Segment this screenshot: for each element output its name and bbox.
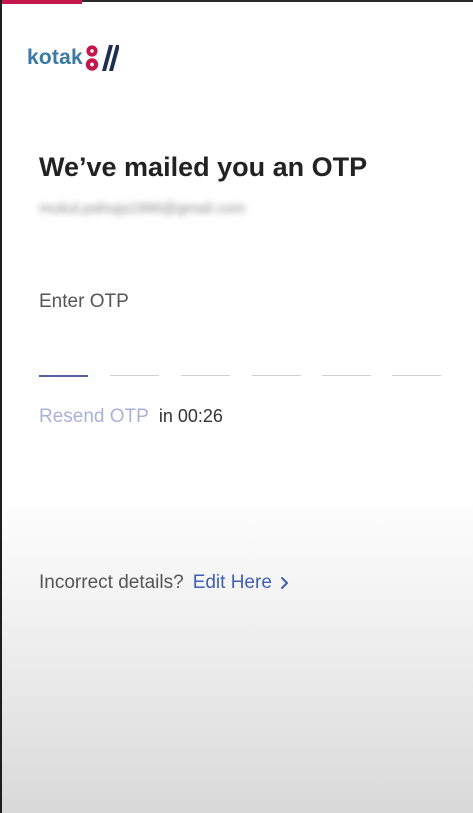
chevron-right-icon xyxy=(280,576,289,590)
otp-digit-2[interactable] xyxy=(110,338,159,376)
otp-digit-1[interactable] xyxy=(39,338,88,377)
kotak-logo-icon xyxy=(85,45,119,71)
left-edge xyxy=(0,0,2,813)
otp-digit-4[interactable] xyxy=(252,338,301,376)
otp-label: Enter OTP xyxy=(39,291,129,312)
otp-screen: kotak We’ve mailed you an OTP mukul.pahu… xyxy=(0,0,473,813)
edit-here-label: Edit Here xyxy=(192,572,272,593)
incorrect-details-text: Incorrect details? xyxy=(39,572,184,593)
resend-timer: 00:26 xyxy=(177,406,223,426)
otp-digit-3[interactable] xyxy=(181,338,230,376)
resend-otp-link[interactable]: Resend OTP xyxy=(39,406,149,428)
edit-here-link[interactable]: Edit Here xyxy=(193,572,289,594)
kotak-logo: kotak xyxy=(27,44,119,72)
email-address: mukul.pahuja1996@gmail.com xyxy=(39,200,246,217)
page-title: We’ve mailed you an OTP xyxy=(39,152,368,182)
incorrect-details-row: Incorrect details? Edit Here xyxy=(39,572,289,594)
otp-digit-5[interactable] xyxy=(322,338,371,376)
progress-indicator xyxy=(0,0,82,4)
otp-digit-6[interactable] xyxy=(392,338,441,376)
resend-row: Resend OTP in 00:26 xyxy=(39,406,223,428)
timer-prefix: in xyxy=(158,406,173,426)
logo-text: kotak xyxy=(27,46,83,69)
